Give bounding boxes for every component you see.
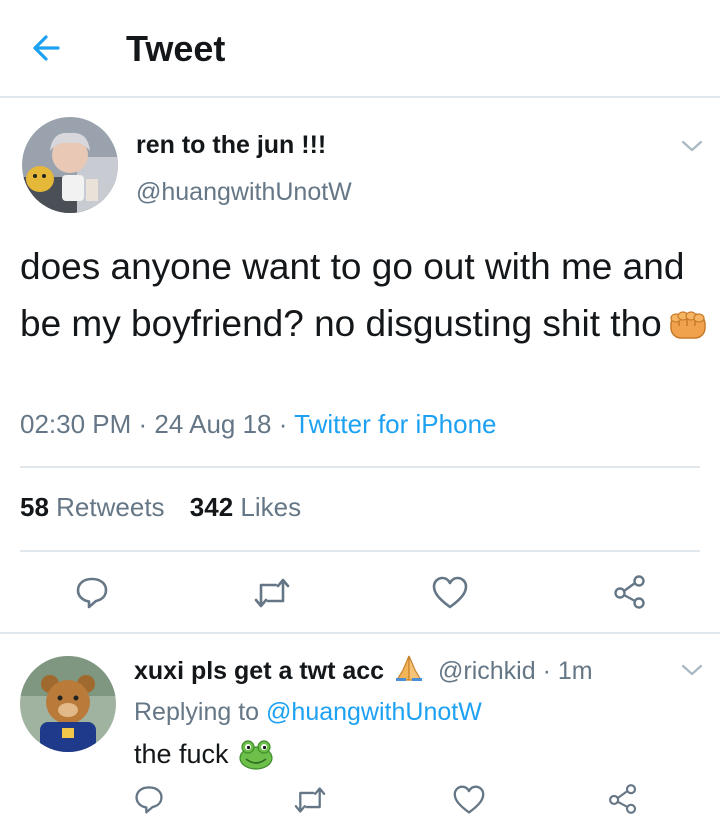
reply-icon — [76, 577, 108, 609]
divider — [20, 550, 700, 552]
heart-icon — [432, 576, 468, 609]
tweet-options-caret[interactable] — [680, 138, 704, 154]
replying-to-line: Replying to @huangwithUnotW — [134, 698, 482, 727]
author-display-name[interactable]: ren to the jun !!! — [136, 131, 326, 160]
top-bar: Tweet — [0, 0, 720, 98]
reply-text: the fuck — [134, 739, 229, 769]
reply-button[interactable] — [74, 574, 110, 615]
reply-icon — [135, 786, 163, 814]
reply-like-button[interactable] — [452, 784, 486, 821]
reply-display-name[interactable]: xuxi pls get a twt acc — [134, 657, 384, 685]
retweets-count: 58 — [20, 492, 49, 522]
praying-hands-emoji — [393, 654, 425, 689]
tweet-date: 24 Aug 18 — [154, 409, 272, 439]
reply-handle[interactable]: @richkid — [438, 657, 536, 685]
share-icon — [609, 784, 637, 814]
frog-emoji — [238, 738, 274, 777]
engagement-stats: 58 Retweets 342 Likes — [20, 492, 319, 523]
fist-emoji — [668, 301, 708, 358]
reply-header: xuxi pls get a twt acc @richkid · 1m — [134, 654, 593, 689]
likes-stat[interactable]: 342 Likes — [190, 492, 301, 522]
replying-to-mention[interactable]: @huangwithUnotW — [266, 698, 482, 726]
reply-retweet-button[interactable] — [292, 785, 328, 820]
retweet-icon — [294, 787, 326, 813]
author-avatar[interactable] — [22, 117, 118, 213]
tweet-metadata: 02:30 PM · 24 Aug 18 · Twitter for iPhon… — [20, 409, 497, 439]
reply-options-caret[interactable] — [680, 662, 704, 678]
retweets-stat[interactable]: 58 Retweets — [20, 492, 165, 522]
tweet-source[interactable]: Twitter for iPhone — [294, 409, 496, 439]
author-handle[interactable]: @huangwithUnotW — [136, 178, 352, 207]
tweet-text: does anyone want to go out with me and b… — [20, 246, 685, 344]
chevron-down-icon — [681, 140, 703, 152]
heart-icon — [453, 785, 485, 814]
reply-time: 1m — [557, 657, 593, 685]
arrow-left-icon — [33, 35, 60, 61]
page-title: Tweet — [126, 28, 226, 69]
divider — [20, 466, 700, 468]
retweet-icon — [254, 578, 290, 608]
tweet-body: does anyone want to go out with me and b… — [20, 238, 710, 358]
retweets-label: Retweets — [56, 492, 165, 522]
like-button[interactable] — [431, 575, 469, 616]
back-button[interactable] — [28, 30, 64, 66]
share-icon — [614, 575, 645, 609]
likes-label: Likes — [240, 492, 302, 522]
reply-share-button[interactable] — [606, 783, 640, 820]
retweet-button[interactable] — [252, 576, 292, 615]
share-button[interactable] — [611, 574, 649, 615]
chevron-down-icon — [681, 664, 703, 676]
section-divider — [0, 632, 720, 634]
reply-reply-button[interactable] — [133, 783, 165, 820]
reply-author-avatar[interactable] — [20, 656, 116, 752]
tweet-time: 02:30 PM — [20, 409, 132, 439]
likes-count: 342 — [189, 492, 234, 522]
replying-to-prefix: Replying to — [134, 698, 260, 726]
reply-body: the fuck — [134, 738, 274, 777]
